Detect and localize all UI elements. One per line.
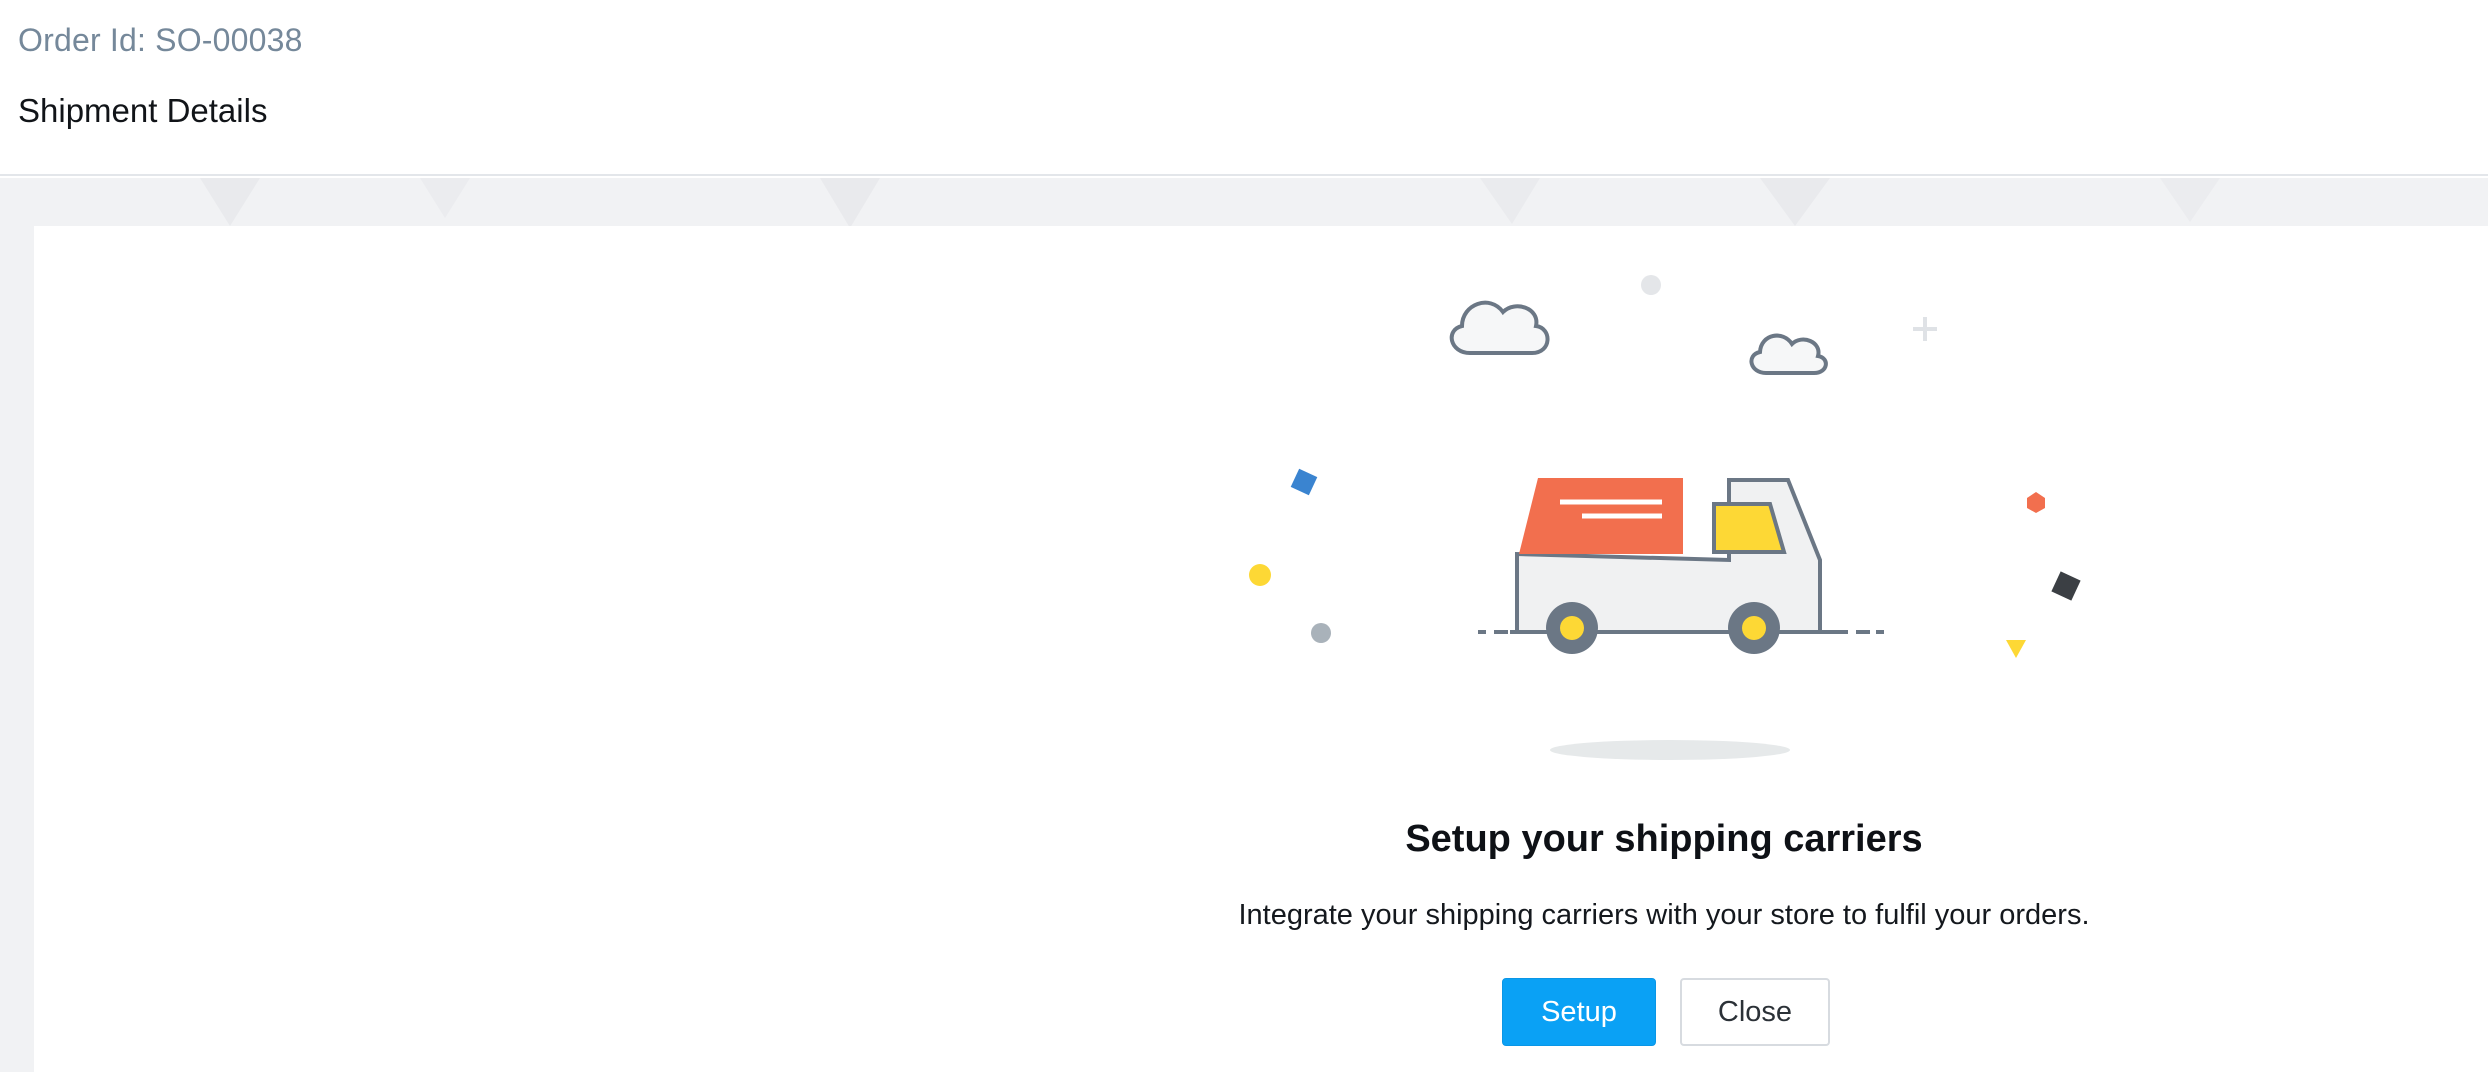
setup-button[interactable]: Setup — [1502, 978, 1656, 1046]
page-header: Order Id: SO-00038 Shipment Details — [0, 0, 2488, 176]
wheel-icon — [1728, 602, 1780, 654]
action-buttons: Setup Close — [1502, 978, 1830, 1046]
confetti-square — [1290, 468, 1318, 496]
wheel-icon — [1546, 602, 1598, 654]
delivery-truck-illustration — [1249, 275, 2081, 760]
empty-state-title: Setup your shipping carriers — [1405, 818, 1923, 860]
truck-window — [1712, 502, 1787, 554]
confetti-dot — [1311, 623, 1331, 643]
confetti-square — [2051, 571, 2081, 601]
plus-decoration — [1913, 317, 1937, 341]
confetti-dot — [1249, 564, 1271, 586]
dot-decoration — [1641, 275, 1661, 295]
close-button[interactable]: Close — [1680, 978, 1830, 1046]
order-id-label: Order Id: SO-00038 — [18, 22, 303, 58]
shadow — [1550, 740, 1790, 760]
confetti-triangle — [2006, 640, 2026, 658]
page-title: Shipment Details — [18, 92, 268, 129]
empty-state-description: Integrate your shipping carriers with yo… — [1238, 899, 2090, 931]
cloud-icon — [1449, 300, 1550, 355]
confetti-hexagon — [2027, 492, 2045, 513]
cloud-icon — [1749, 333, 1828, 375]
